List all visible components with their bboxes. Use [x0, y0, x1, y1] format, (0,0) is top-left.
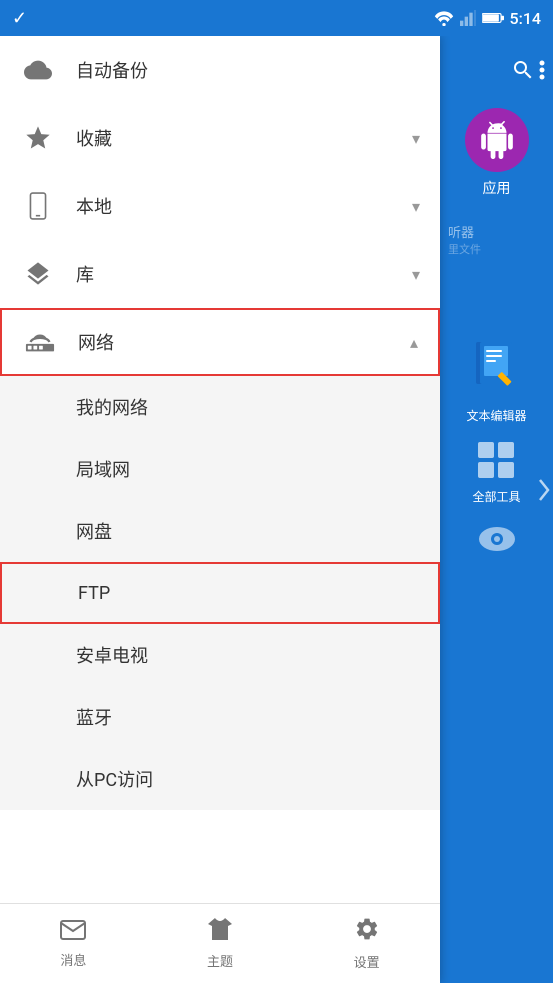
library-label: 库	[76, 261, 412, 287]
envelope-icon	[60, 918, 86, 946]
layers-icon	[20, 256, 56, 292]
media-player-icon-text: 听器	[448, 222, 474, 241]
phone-icon	[20, 188, 56, 224]
star-icon	[20, 120, 56, 156]
lan-label: 局域网	[76, 456, 130, 482]
pc-access-label: 从PC访问	[76, 766, 153, 792]
settings-nav-label: 设置	[354, 952, 380, 971]
eye-icon[interactable]	[477, 525, 517, 559]
status-time: 5:14	[510, 9, 542, 28]
signal-icon	[460, 10, 476, 26]
tshirt-icon	[207, 917, 233, 947]
favorites-arrow-icon: ▾	[412, 129, 420, 148]
bottom-nav-settings[interactable]: 设置	[293, 916, 440, 971]
app-section: 应用	[465, 108, 529, 198]
right-panel-header	[440, 44, 553, 96]
search-icon[interactable]	[511, 58, 535, 82]
sidebar-subitem-cloud-disk[interactable]: 网盘	[0, 500, 440, 562]
sidebar-item-network[interactable]: 网络 ▴	[0, 308, 440, 376]
status-bar-right: 5:14	[434, 9, 542, 28]
sidebar-item-favorites[interactable]: 收藏 ▾	[0, 104, 440, 172]
theme-nav-label: 主题	[207, 951, 233, 970]
favorites-label: 收藏	[76, 125, 412, 151]
main-layout: 自动备份 收藏 ▾ 本地	[0, 36, 553, 983]
media-section: 听器 里文件	[440, 222, 553, 257]
view-section	[477, 525, 517, 559]
media-file-text: 里文件	[448, 241, 481, 257]
grid-icon[interactable]	[476, 440, 516, 488]
android-icon	[478, 121, 516, 159]
cloud-disk-label: 网盘	[76, 518, 112, 544]
sidebar-subitem-ftp[interactable]: FTP	[0, 562, 440, 624]
check-icon: ✓	[12, 8, 27, 29]
app-icon[interactable]	[465, 108, 529, 172]
status-bar: ✓ 5:14	[0, 0, 553, 36]
messages-nav-label: 消息	[60, 950, 86, 969]
wifi-status-icon	[434, 10, 454, 26]
right-panel: 应用 听器 里文件 文本	[440, 36, 553, 983]
network-icon	[22, 324, 58, 360]
text-editor-section: 文本编辑器	[466, 337, 526, 424]
all-tools-label: 全部工具	[472, 488, 520, 505]
text-editor-icon[interactable]	[469, 337, 523, 401]
library-arrow-icon: ▾	[412, 265, 420, 284]
bottom-nav-theme[interactable]: 主题	[147, 917, 294, 970]
chevron-right-icon[interactable]	[537, 478, 551, 506]
sidebar-subitem-android-tv[interactable]: 安卓电视	[0, 624, 440, 686]
sidebar-subitem-pc-access[interactable]: 从PC访问	[0, 748, 440, 810]
all-tools-section: 全部工具	[472, 440, 520, 505]
battery-icon	[482, 11, 504, 25]
cloud-icon	[20, 52, 56, 88]
sidebar-item-local[interactable]: 本地 ▾	[0, 172, 440, 240]
more-icon[interactable]	[539, 58, 545, 82]
sidebar-scroll: 自动备份 收藏 ▾ 本地	[0, 36, 440, 983]
auto-backup-label: 自动备份	[76, 57, 420, 83]
status-bar-left: ✓	[12, 8, 27, 29]
sidebar-item-library[interactable]: 库 ▾	[0, 240, 440, 308]
bottom-nav-messages[interactable]: 消息	[0, 918, 147, 969]
app-label: 应用	[483, 178, 511, 198]
sidebar-subitem-lan[interactable]: 局域网	[0, 438, 440, 500]
local-arrow-icon: ▾	[412, 197, 420, 216]
sidebar: 自动备份 收藏 ▾ 本地	[0, 36, 440, 983]
gear-icon	[354, 916, 380, 948]
my-network-label: 我的网络	[76, 394, 148, 420]
sidebar-item-auto-backup[interactable]: 自动备份	[0, 36, 440, 104]
network-arrow-icon: ▴	[410, 333, 418, 352]
bottom-nav: 消息 主题 设置	[0, 903, 440, 983]
ftp-label: FTP	[78, 583, 110, 604]
network-label: 网络	[78, 329, 410, 355]
text-editor-label: 文本编辑器	[466, 407, 526, 424]
sidebar-subitem-bluetooth[interactable]: 蓝牙	[0, 686, 440, 748]
android-tv-label: 安卓电视	[76, 642, 148, 668]
sidebar-subitem-my-network[interactable]: 我的网络	[0, 376, 440, 438]
local-label: 本地	[76, 193, 412, 219]
bluetooth-label: 蓝牙	[76, 704, 112, 730]
